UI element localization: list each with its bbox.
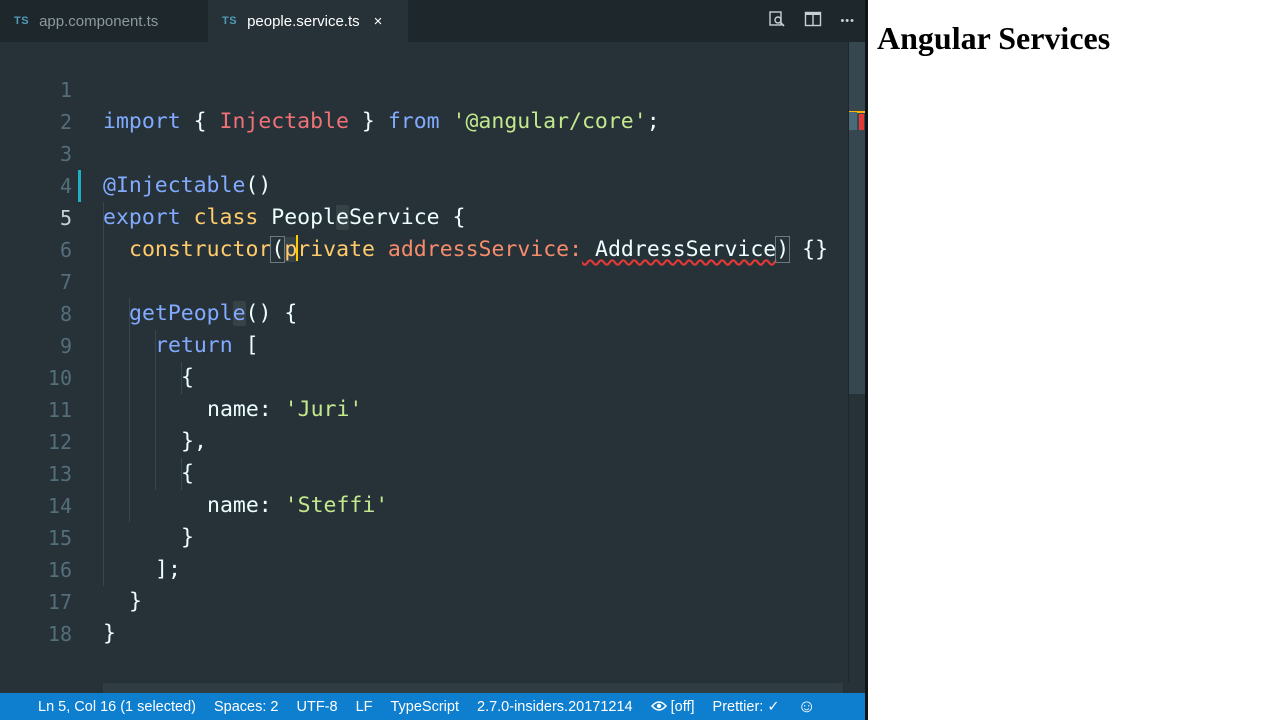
cursor-position[interactable]: Ln 5, Col 16 (1 selected) (38, 699, 196, 715)
code-token: } (129, 589, 142, 614)
more-actions-icon[interactable]: ••• (840, 15, 855, 27)
code-line: 12 { (0, 394, 194, 486)
selection-highlight: e (232, 301, 246, 326)
indentation[interactable]: Spaces: 2 (214, 699, 279, 715)
code-line: 1 import { Injectable } from '@angular/c… (0, 42, 660, 134)
editor-actions: ••• (768, 0, 855, 42)
code-token: : (258, 397, 272, 422)
code-token: : (258, 493, 272, 518)
typescript-version[interactable]: 2.7.0-insiders.20171214 (477, 699, 633, 715)
code-token: export (103, 205, 181, 230)
modified-line-marker (78, 170, 81, 202)
code-token: { (180, 109, 220, 134)
tab-label: people.service.ts (247, 12, 360, 30)
code-line: 2 (0, 74, 78, 134)
code-token: ; (646, 109, 660, 134)
code-line: 10 name: 'Juri' (0, 330, 362, 422)
watch-toggle[interactable]: [off] (650, 698, 695, 715)
code-token: { (271, 301, 298, 326)
watch-label: [off] (670, 698, 695, 715)
status-bar: Ln 5, Col 16 (1 selected) Spaces: 2 UTF-… (0, 693, 865, 720)
code-token: getPeopl (129, 301, 233, 326)
code-area[interactable]: 1 import { Injectable } from '@angular/c… (0, 42, 848, 682)
line-ending[interactable]: LF (356, 699, 373, 715)
code-line-active: 5 constructor(private addressService: Ad… (0, 170, 828, 263)
code-token: Injectable (219, 109, 349, 134)
code-line: 15 ]; (0, 490, 181, 582)
browser-preview: Angular Services (868, 0, 1280, 720)
code-line: 18 (0, 586, 78, 646)
code-token: {} (789, 237, 829, 262)
code-token: class (180, 205, 272, 230)
code-line: 13 name: 'Steffi' (0, 426, 388, 518)
prettier-status[interactable]: Prettier: ✓ (713, 699, 780, 715)
bracket-match: ) (775, 236, 791, 263)
code-line: 16 } (0, 522, 142, 614)
code-line: 11 }, (0, 362, 207, 454)
error-overview-marker (859, 114, 864, 130)
code-editor[interactable]: TS app.component.ts TS people.service.ts… (0, 0, 865, 720)
code-line: 3 @Injectable() (0, 106, 271, 198)
scrollbar-thumb[interactable] (849, 42, 865, 394)
code-token: 'Juri' (271, 397, 363, 422)
selection-highlight: e (336, 205, 349, 230)
code-token: ]; (155, 557, 181, 582)
code-line: 4 export class PeopleService { (0, 138, 465, 230)
code-token: rivate (297, 237, 375, 262)
tab-bar: TS app.component.ts TS people.service.ts… (0, 0, 865, 42)
indent-guide (103, 202, 104, 586)
code-token: from (387, 109, 440, 134)
code-token: () (245, 173, 272, 198)
code-token: { (181, 461, 194, 486)
code-token: : (569, 237, 583, 262)
code-token: @Injectable (103, 173, 246, 198)
code-token: addressService (374, 237, 570, 262)
feedback-smiley-icon[interactable]: ☺ (798, 696, 816, 717)
typescript-icon: TS (14, 15, 30, 27)
code-token: constructor (129, 237, 272, 262)
line-number: 18 (47, 622, 72, 646)
error-squiggle: AddressService (582, 237, 777, 262)
code-token: import (103, 109, 181, 134)
code-token: [ (232, 333, 259, 358)
code-token: } (181, 525, 194, 550)
split-editor-icon[interactable] (804, 10, 822, 33)
language-mode[interactable]: TypeScript (391, 699, 460, 715)
tab-label: app.component.ts (39, 12, 159, 30)
tab-app-component[interactable]: TS app.component.ts (0, 0, 208, 42)
code-token: { (439, 205, 466, 230)
code-line: 14 } (0, 458, 194, 550)
code-token: } (348, 109, 388, 134)
code-token: } (103, 621, 116, 646)
code-token: Peopl (271, 205, 337, 230)
vertical-scrollbar[interactable] (848, 42, 865, 682)
overview-marker (849, 112, 857, 130)
close-icon[interactable]: × (374, 13, 383, 30)
code-token: 'Steffi' (271, 493, 389, 518)
code-line: 6 (0, 202, 78, 262)
code-line: 8 return [ (0, 266, 259, 358)
search-icon[interactable] (768, 10, 786, 33)
code-token: () (245, 301, 272, 326)
code-token: Service (348, 205, 440, 230)
horizontal-scrollbar[interactable] (103, 683, 843, 693)
code-token: return (155, 333, 233, 358)
tab-people-service[interactable]: TS people.service.ts × (208, 0, 408, 42)
bracket-match: ( (270, 236, 286, 263)
typescript-icon: TS (222, 15, 238, 27)
page-heading: Angular Services (877, 20, 1111, 56)
encoding[interactable]: UTF-8 (296, 699, 337, 715)
code-token: }, (181, 429, 207, 454)
eye-icon (650, 700, 667, 711)
code-line: 17 } (0, 554, 116, 646)
code-line: 9 { (0, 298, 194, 390)
code-token: { (181, 365, 194, 390)
code-line: 7 getPeople() { (0, 234, 297, 326)
code-token: '@angular/core' (439, 109, 647, 134)
code-token: name (207, 493, 259, 518)
indent-guide (129, 298, 130, 522)
code-token: name (207, 397, 259, 422)
